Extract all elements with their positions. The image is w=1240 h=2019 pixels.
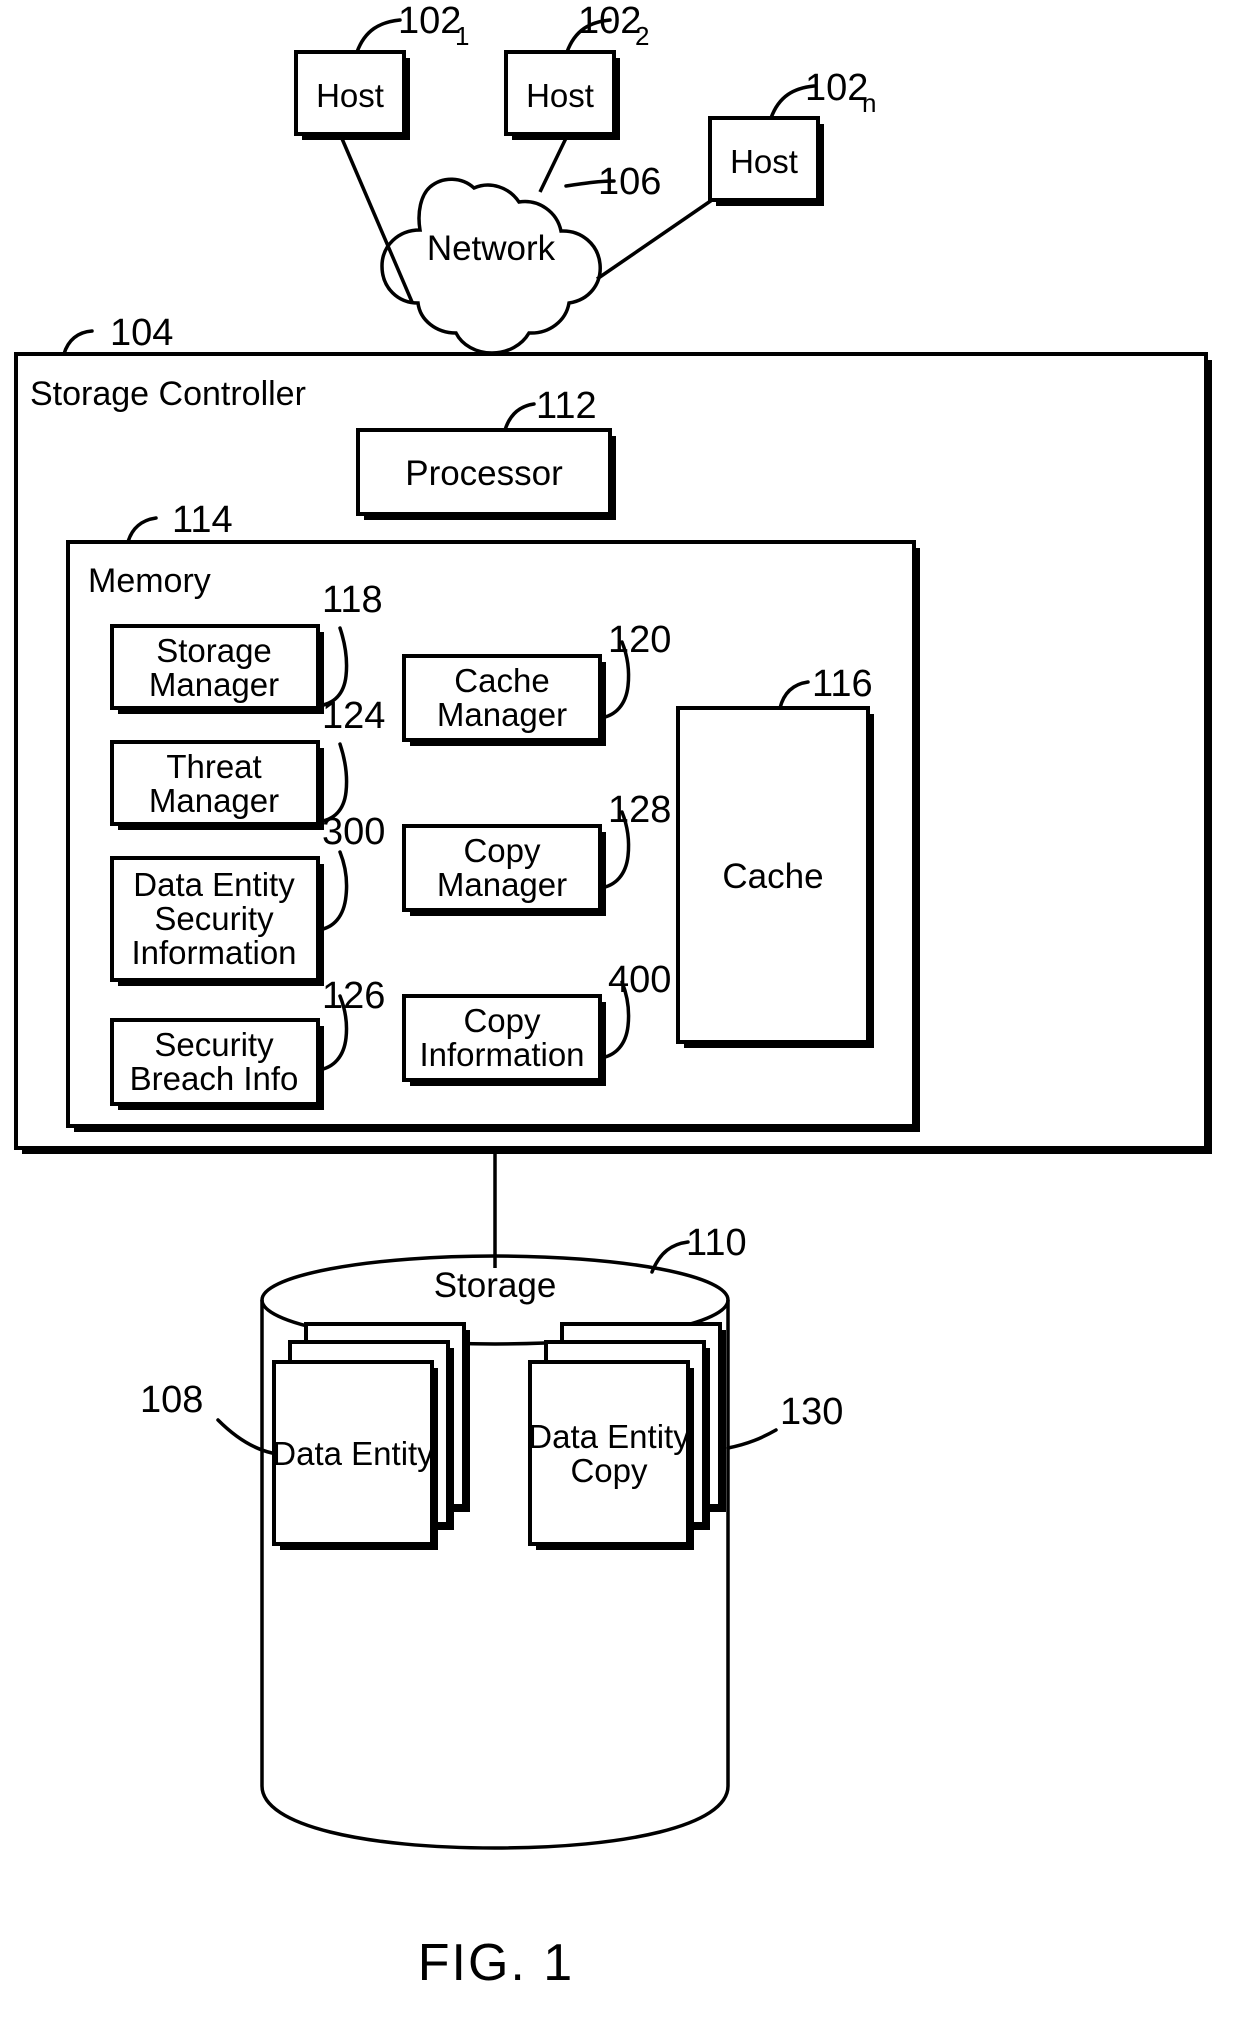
host-2-label: Host (526, 77, 594, 114)
processor-ref: 112 (536, 385, 597, 427)
copy-information-label-line1: Copy (463, 1002, 541, 1039)
cache-label: Cache (722, 857, 823, 896)
copy-information-ref: 400 (608, 959, 671, 1001)
storage-manager-label-line1: Storage (156, 632, 272, 669)
host-1-label: Host (316, 77, 384, 114)
storage-label: Storage (434, 1266, 557, 1305)
host-n-ref-subscript: n (862, 88, 876, 118)
host-2-ref-subscript: 2 (635, 21, 649, 51)
storage-controller-leader-line (62, 329, 94, 356)
data-entity-copy-leader-line (726, 1428, 778, 1450)
threat-manager-label-line2: Manager (149, 782, 279, 819)
security-breach-info-label-line2: Breach Info (130, 1060, 299, 1097)
data-entity-label-line1: Data Entity (272, 1435, 434, 1472)
copy-manager-label-line2: Manager (437, 866, 567, 903)
data-entity-security-information-ref: 300 (322, 811, 385, 853)
data-entity-leader-line (216, 1418, 274, 1455)
storage-ref: 110 (686, 1222, 747, 1264)
threat-manager-label-line1: Threat (166, 748, 261, 785)
data-entity-copy-label-line1: Data Entity (528, 1418, 690, 1455)
storage-controller-label: Storage Controller (30, 375, 306, 413)
cache-manager-ref: 120 (608, 619, 671, 661)
connector-hostn-network (596, 198, 713, 281)
host-2-ref: 102 (578, 0, 641, 42)
data-entity-security-information-label-line2: Security (154, 900, 274, 937)
storage-manager-ref: 118 (322, 579, 383, 621)
data-entity-copy-stack-group: Data Entity Copy 130 (528, 1322, 843, 1550)
host-2-group: Host 102 2 (504, 0, 649, 140)
threat-manager-ref: 124 (322, 695, 385, 737)
host-1-group: Host 102 1 (294, 0, 469, 140)
cache-manager-label-line1: Cache (454, 662, 549, 699)
memory-label: Memory (88, 562, 211, 600)
copy-information-label-line2: Information (419, 1036, 584, 1073)
data-entity-copy-label-line2: Copy (570, 1452, 648, 1489)
host-n-group: Host 102 n (708, 67, 876, 206)
network-cloud-group: Network 106 (380, 161, 661, 355)
memory-ref: 114 (172, 499, 233, 541)
network-ref: 106 (598, 161, 661, 203)
cache-ref: 116 (812, 663, 873, 705)
host-1-ref-subscript: 1 (455, 21, 469, 51)
cache-group: Cache 116 (676, 663, 874, 1048)
data-entity-security-information-label-line1: Data Entity (133, 866, 295, 903)
connector-host2-network (538, 133, 570, 193)
data-entity-stack-group: Data Entity 108 (140, 1322, 470, 1550)
data-entity-copy-ref: 130 (780, 1391, 843, 1433)
processor-label: Processor (405, 454, 563, 493)
figure-canvas: Host 102 1 Host 102 2 Host 102 n Network (14, 0, 1212, 1992)
network-label: Network (427, 229, 556, 268)
patent-figure-1: Host 102 1 Host 102 2 Host 102 n Network (0, 0, 1240, 2019)
storage-manager-label-line2: Manager (149, 666, 279, 703)
data-entity-ref: 108 (140, 1379, 203, 1421)
security-breach-info-ref: 126 (322, 975, 385, 1017)
cache-manager-label-line2: Manager (437, 696, 567, 733)
storage-controller-ref: 104 (110, 312, 173, 354)
security-breach-info-label-line1: Security (154, 1026, 274, 1063)
host-n-label: Host (730, 143, 798, 180)
data-entity-security-information-label-line3: Information (131, 934, 296, 971)
host-1-ref: 102 (398, 0, 461, 42)
copy-manager-label-line1: Copy (463, 832, 541, 869)
copy-manager-ref: 128 (608, 789, 671, 831)
host-1-leader-line (355, 18, 402, 54)
figure-caption: FIG. 1 (418, 1934, 574, 1992)
connector-host1-network (338, 133, 414, 303)
storage-cylinder-bottom-arc (260, 1785, 730, 1850)
host-n-ref: 102 (805, 67, 868, 109)
